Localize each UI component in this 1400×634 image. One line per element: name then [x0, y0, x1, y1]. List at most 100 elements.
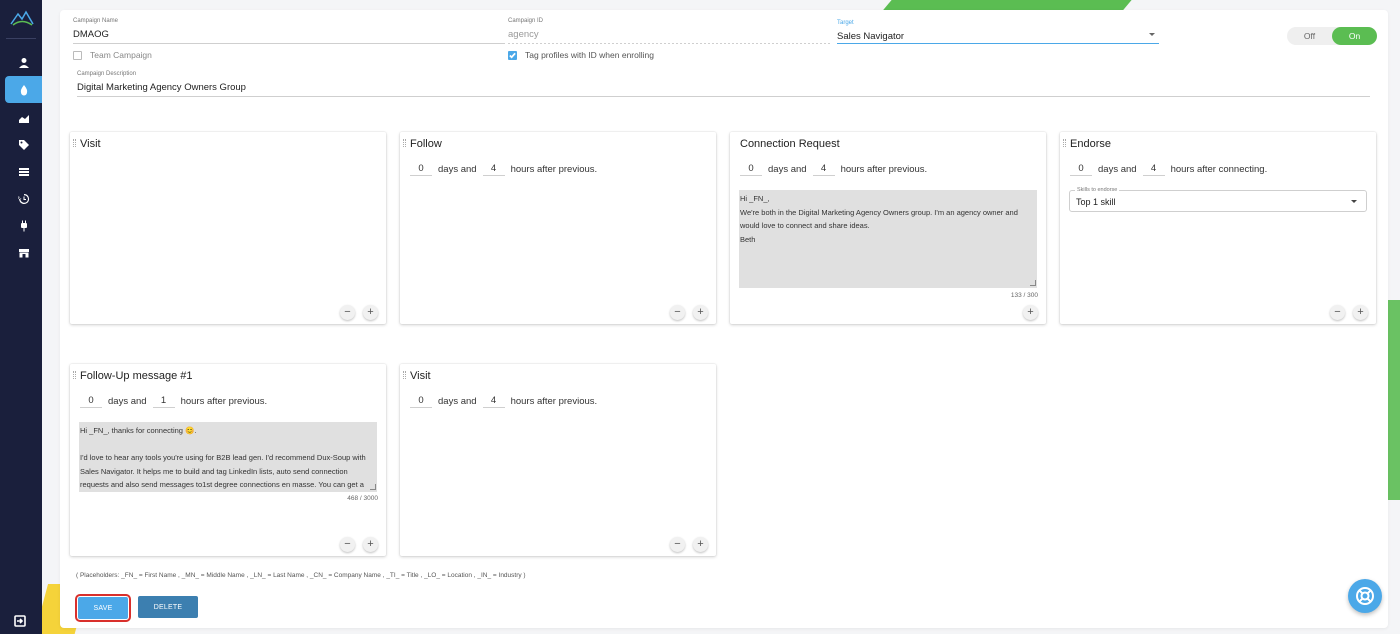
delay-settings: 0 days and 1 hours after previous.: [80, 394, 267, 408]
remove-step-button[interactable]: −: [670, 305, 685, 320]
add-step-button[interactable]: +: [1353, 305, 1368, 320]
tag-profiles-checkbox[interactable]: Tag profiles with ID when enrolling: [508, 50, 654, 60]
remove-step-button[interactable]: −: [1330, 305, 1345, 320]
card-title: Visit: [410, 370, 431, 382]
tags-icon: [18, 139, 29, 150]
connection-message-textarea[interactable]: Hi _FN_, We're both in the Digital Marke…: [739, 190, 1037, 288]
target-select[interactable]: Target Sales Navigator: [837, 20, 1159, 44]
card-actions: − +: [340, 305, 378, 320]
drag-handle-icon[interactable]: [73, 139, 76, 147]
card-title: Follow-Up message #1: [80, 370, 193, 382]
campaign-description-label: Campaign Description: [77, 71, 137, 77]
hours-label: hours after previous.: [510, 163, 598, 175]
toggle-on-option[interactable]: On: [1332, 27, 1377, 45]
campaign-id-label: Campaign ID: [508, 18, 544, 24]
target-value: Sales Navigator: [837, 31, 905, 42]
delay-settings: 0 days and 4 hours after connecting.: [1070, 162, 1267, 176]
sidebar-item-integrations[interactable]: [5, 212, 42, 239]
campaign-on-off-toggle[interactable]: Off On: [1287, 27, 1377, 45]
add-step-button[interactable]: +: [693, 305, 708, 320]
days-input[interactable]: 0: [80, 394, 102, 408]
campaign-id-field: Campaign ID agency: [508, 18, 830, 44]
sidebar-item-campaigns[interactable]: [5, 76, 42, 103]
days-input[interactable]: 0: [410, 394, 432, 408]
sidebar-item-stats[interactable]: [5, 104, 42, 131]
placeholders-help-text: ( Placeholders: _FN_ = First Name , _MN_…: [76, 572, 526, 579]
drag-handle-icon[interactable]: [73, 371, 76, 379]
field-underline: [77, 96, 1370, 97]
days-label: days and: [108, 395, 147, 407]
layers-icon: [18, 167, 29, 176]
campaign-description-field[interactable]: Campaign Description Digital Marketing A…: [77, 71, 1370, 97]
campaign-name-value: DMAOG: [73, 29, 109, 40]
hours-label: hours after connecting.: [1170, 163, 1268, 175]
card-actions: − +: [670, 305, 708, 320]
sidebar-item-tags[interactable]: [5, 131, 42, 158]
hours-input[interactable]: 4: [1142, 162, 1165, 176]
skills-to-endorse-select[interactable]: Skills to endorse Top 1 skill: [1069, 187, 1367, 212]
hours-input[interactable]: 1: [152, 394, 175, 408]
sidebar-item-queue[interactable]: [5, 158, 42, 185]
logo-icon: [10, 10, 34, 26]
remove-step-button[interactable]: −: [340, 305, 355, 320]
history-icon: [18, 193, 29, 204]
lifebuoy-icon: [1356, 587, 1374, 605]
plug-icon: [20, 220, 27, 231]
resize-handle-icon[interactable]: [1030, 280, 1036, 286]
checkbox-box[interactable]: [508, 50, 517, 60]
team-campaign-label: Team Campaign: [90, 50, 152, 60]
drag-handle-icon[interactable]: [1063, 139, 1066, 147]
help-button[interactable]: [1348, 579, 1382, 613]
skills-select-label: Skills to endorse: [1075, 187, 1120, 193]
remove-step-button[interactable]: −: [340, 537, 355, 552]
hours-input[interactable]: 4: [812, 162, 835, 176]
card-actions: +: [1023, 305, 1038, 320]
drag-handle-icon[interactable]: [403, 139, 406, 147]
days-label: days and: [1098, 163, 1137, 175]
hours-input[interactable]: 4: [482, 162, 505, 176]
add-step-button[interactable]: +: [693, 537, 708, 552]
sidebar-item-profiles[interactable]: [5, 49, 42, 76]
action-card-follow[interactable]: Follow 0 days and 4 hours after previous…: [400, 132, 716, 324]
person-icon: [18, 57, 29, 68]
field-underline: [837, 43, 1159, 44]
toggle-off-option[interactable]: Off: [1287, 27, 1332, 45]
delay-settings: 0 days and 4 hours after previous.: [410, 394, 597, 408]
field-underline: [508, 43, 830, 44]
logout-button[interactable]: [5, 612, 35, 630]
sidebar-item-history[interactable]: [5, 185, 42, 212]
card-actions: − +: [1330, 305, 1368, 320]
checkbox-box[interactable]: [73, 50, 82, 60]
action-card-visit-2[interactable]: Visit 0 days and 4 hours after previous.…: [400, 364, 716, 556]
days-input[interactable]: 0: [410, 162, 432, 176]
save-button[interactable]: SAVE: [75, 594, 131, 622]
hours-label: hours after previous.: [510, 395, 598, 407]
campaign-name-field[interactable]: Campaign Name DMAOG: [73, 18, 505, 44]
card-title: Endorse: [1070, 138, 1111, 150]
drag-handle-icon[interactable]: [403, 371, 406, 379]
logout-icon: [14, 615, 26, 627]
action-card-follow-up-message[interactable]: Follow-Up message #1 0 days and 1 hours …: [70, 364, 386, 556]
days-input[interactable]: 0: [1070, 162, 1092, 176]
action-card-visit[interactable]: Visit − +: [70, 132, 386, 324]
team-campaign-checkbox[interactable]: Team Campaign: [73, 50, 152, 60]
campaign-description-value: Digital Marketing Agency Owners Group: [77, 82, 246, 93]
delay-settings: 0 days and 4 hours after previous.: [410, 162, 597, 176]
follow-up-message-textarea[interactable]: Hi _FN_, thanks for connecting 😊. I'd lo…: [79, 422, 377, 492]
sidebar-item-store[interactable]: [5, 239, 42, 266]
remove-step-button[interactable]: −: [670, 537, 685, 552]
add-step-button[interactable]: +: [1023, 305, 1038, 320]
resize-handle-icon[interactable]: [370, 484, 376, 490]
add-step-button[interactable]: +: [363, 537, 378, 552]
hours-input[interactable]: 4: [482, 394, 505, 408]
campaign-editor: Campaign Name DMAOG Campaign ID agency T…: [60, 10, 1388, 628]
add-step-button[interactable]: +: [363, 305, 378, 320]
delete-button[interactable]: DELETE: [138, 596, 198, 618]
card-actions: − +: [670, 537, 708, 552]
card-title: Follow: [410, 138, 442, 150]
chevron-down-icon: [1149, 33, 1155, 36]
campaign-name-label: Campaign Name: [73, 18, 119, 24]
days-input[interactable]: 0: [740, 162, 762, 176]
action-card-connection-request[interactable]: Connection Request 0 days and 4 hours af…: [730, 132, 1046, 324]
action-card-endorse[interactable]: Endorse 0 days and 4 hours after connect…: [1060, 132, 1376, 324]
